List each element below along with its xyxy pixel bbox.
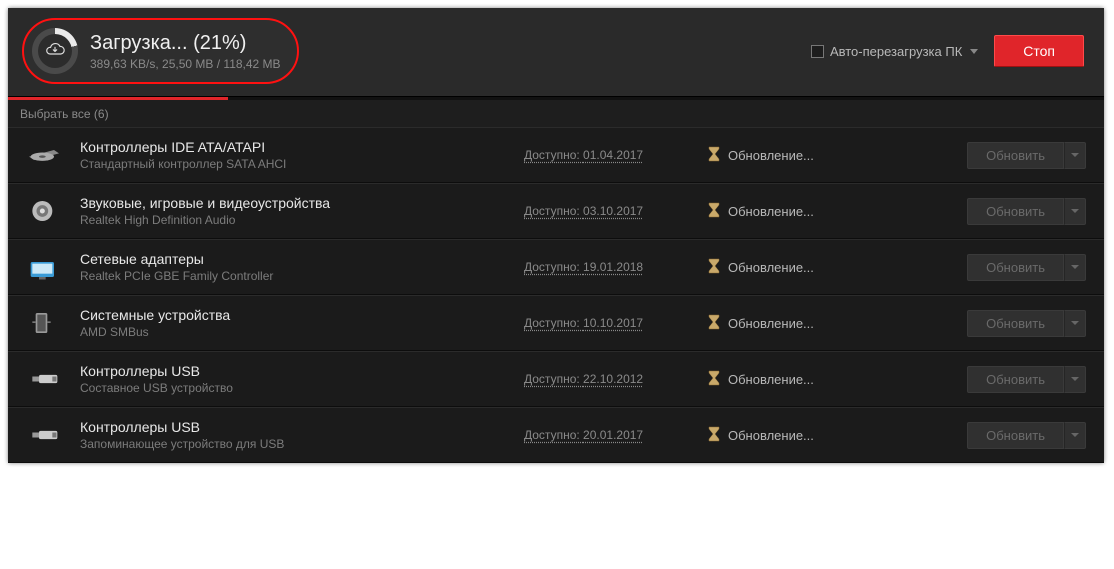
device-title: Контроллеры IDE ATA/ATAPI <box>80 139 510 155</box>
update-dropdown-button[interactable] <box>1064 142 1086 169</box>
auto-restart-label: Авто-перезагрузка ПК <box>830 44 962 59</box>
download-progress-callout: Загрузка... (21%) 389,63 KB/s, 25,50 MB … <box>22 18 299 84</box>
device-category-icon <box>22 306 66 340</box>
status-text: Обновление... <box>728 372 814 387</box>
available-date-link[interactable]: Доступно: 01.04.2017 <box>524 148 694 162</box>
header: Загрузка... (21%) 389,63 KB/s, 25,50 MB … <box>8 8 1104 97</box>
table-row: Контроллеры IDE ATA/ATAPI Стандартный кон… <box>8 127 1104 183</box>
status-text: Обновление... <box>728 428 814 443</box>
select-all-link[interactable]: Выбрать все (6) <box>8 100 1104 127</box>
row-status: Обновление... <box>708 258 858 277</box>
hourglass-icon <box>708 426 720 445</box>
row-status: Обновление... <box>708 146 858 165</box>
device-labels: Звуковые, игровые и видеоустройства Realt… <box>80 195 510 227</box>
checkbox-icon <box>811 45 824 58</box>
device-labels: Контроллеры USB Запоминающее устройство д… <box>80 419 510 451</box>
chevron-down-icon <box>1071 265 1079 269</box>
update-dropdown-button[interactable] <box>1064 310 1086 337</box>
progress-ring <box>32 28 78 74</box>
device-title: Контроллеры USB <box>80 363 510 379</box>
cloud-download-icon <box>45 39 65 64</box>
device-title: Сетевые адаптеры <box>80 251 510 267</box>
status-text: Обновление... <box>728 260 814 275</box>
download-text: Загрузка... (21%) 389,63 KB/s, 25,50 MB … <box>90 32 281 71</box>
table-row: Сетевые адаптеры Realtek PCIe GBE Family … <box>8 239 1104 295</box>
row-actions: Обновить <box>967 198 1086 225</box>
hourglass-icon <box>708 314 720 333</box>
hourglass-icon <box>708 370 720 389</box>
device-desc: Запоминающее устройство для USB <box>80 437 510 451</box>
download-title: Загрузка... (21%) <box>90 32 281 55</box>
table-row: Звуковые, игровые и видеоустройства Realt… <box>8 183 1104 239</box>
app-window: Загрузка... (21%) 389,63 KB/s, 25,50 MB … <box>8 8 1104 463</box>
available-date-link[interactable]: Доступно: 10.10.2017 <box>524 316 694 330</box>
device-desc: AMD SMBus <box>80 325 510 339</box>
device-category-icon <box>22 418 66 452</box>
row-status: Обновление... <box>708 314 858 333</box>
hourglass-icon <box>708 202 720 221</box>
row-actions: Обновить <box>967 366 1086 393</box>
update-button[interactable]: Обновить <box>967 310 1064 337</box>
device-title: Звуковые, игровые и видеоустройства <box>80 195 510 211</box>
device-desc: Realtek High Definition Audio <box>80 213 510 227</box>
device-category-icon <box>22 250 66 284</box>
available-date-link[interactable]: Доступно: 20.01.2017 <box>524 428 694 442</box>
device-category-icon <box>22 362 66 396</box>
table-row: Системные устройства AMD SMBus Доступно: 1… <box>8 295 1104 351</box>
device-desc: Составное USB устройство <box>80 381 510 395</box>
update-dropdown-button[interactable] <box>1064 366 1086 393</box>
status-text: Обновление... <box>728 148 814 163</box>
device-category-icon <box>22 194 66 228</box>
download-subtitle: 389,63 KB/s, 25,50 MB / 118,42 MB <box>90 57 281 71</box>
update-dropdown-button[interactable] <box>1064 254 1086 281</box>
stop-button[interactable]: Стоп <box>994 35 1084 67</box>
device-title: Контроллеры USB <box>80 419 510 435</box>
update-button[interactable]: Обновить <box>967 254 1064 281</box>
row-actions: Обновить <box>967 254 1086 281</box>
row-status: Обновление... <box>708 426 858 445</box>
device-title: Системные устройства <box>80 307 510 323</box>
row-actions: Обновить <box>967 310 1086 337</box>
update-dropdown-button[interactable] <box>1064 198 1086 225</box>
device-category-icon <box>22 138 66 172</box>
row-actions: Обновить <box>967 142 1086 169</box>
update-button[interactable]: Обновить <box>967 142 1064 169</box>
chevron-down-icon <box>1071 377 1079 381</box>
row-status: Обновление... <box>708 370 858 389</box>
device-labels: Сетевые адаптеры Realtek PCIe GBE Family … <box>80 251 510 283</box>
update-button[interactable]: Обновить <box>967 198 1064 225</box>
update-dropdown-button[interactable] <box>1064 422 1086 449</box>
chevron-down-icon <box>1071 209 1079 213</box>
device-desc: Realtek PCIe GBE Family Controller <box>80 269 510 283</box>
driver-list: Контроллеры IDE ATA/ATAPI Стандартный кон… <box>8 127 1104 463</box>
available-date-link[interactable]: Доступно: 19.01.2018 <box>524 260 694 274</box>
chevron-down-icon <box>1071 433 1079 437</box>
status-text: Обновление... <box>728 316 814 331</box>
table-row: Контроллеры USB Составное USB устройство Д… <box>8 351 1104 407</box>
status-text: Обновление... <box>728 204 814 219</box>
row-status: Обновление... <box>708 202 858 221</box>
available-date-link[interactable]: Доступно: 03.10.2017 <box>524 204 694 218</box>
table-row: Контроллеры USB Запоминающее устройство д… <box>8 407 1104 463</box>
device-labels: Контроллеры USB Составное USB устройство <box>80 363 510 395</box>
available-date-link[interactable]: Доступно: 22.10.2012 <box>524 372 694 386</box>
device-labels: Системные устройства AMD SMBus <box>80 307 510 339</box>
hourglass-icon <box>708 258 720 277</box>
chevron-down-icon <box>1071 153 1079 157</box>
device-labels: Контроллеры IDE ATA/ATAPI Стандартный кон… <box>80 139 510 171</box>
auto-restart-toggle[interactable]: Авто-перезагрузка ПК <box>811 44 978 59</box>
hourglass-icon <box>708 146 720 165</box>
chevron-down-icon <box>970 49 978 54</box>
chevron-down-icon <box>1071 321 1079 325</box>
update-button[interactable]: Обновить <box>967 366 1064 393</box>
row-actions: Обновить <box>967 422 1086 449</box>
device-desc: Стандартный контроллер SATA AHCI <box>80 157 510 171</box>
update-button[interactable]: Обновить <box>967 422 1064 449</box>
